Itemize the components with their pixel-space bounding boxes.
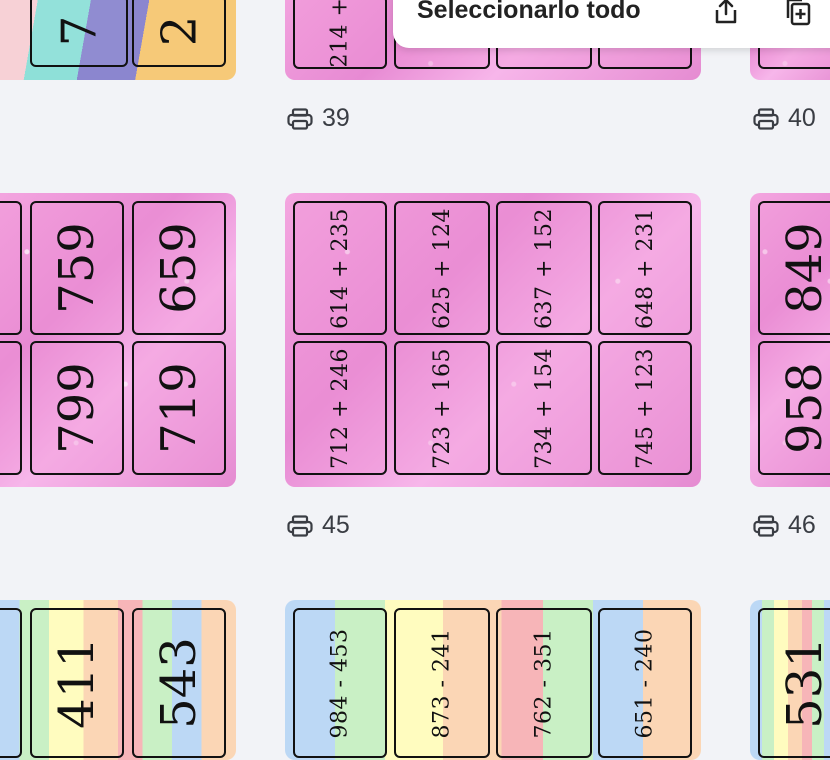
card-equation: 651 - 240 [632,628,658,738]
card-number: 7 [50,15,107,47]
page-number: 39 [322,104,350,132]
page-number-label: 45 [287,511,350,540]
card-equation: 214 + [327,0,353,67]
equation-card: 745 + 123 [598,341,692,475]
card-equation: 984 - 453 [327,628,353,738]
printer-icon [753,514,779,537]
number-card: 759 [30,201,124,335]
card-equation: 734 + 154 [531,347,557,469]
page-number: 46 [788,511,816,539]
card-number: 958 [777,362,830,454]
duplicate-page-icon[interactable] [783,0,813,26]
number-card: 719 [132,341,226,475]
card-equation: 745 + 123 [632,347,658,469]
number-card [0,201,22,335]
card-equation: 762 - 351 [531,628,557,738]
equation-card: 625 + 124 [394,201,490,335]
page-thumbnail[interactable]: 984 - 453 873 - 241 762 - 351 651 - 240 [285,600,701,760]
card-number: 759 [49,222,105,314]
equation-card: 734 + 154 [496,341,592,475]
page-number: 45 [322,511,350,539]
number-card: 849 [758,201,830,335]
card-number: 411 [49,637,105,729]
page-number: 40 [788,104,816,132]
page-number-label: 46 [753,511,816,540]
card-equation: 712 + 246 [327,347,353,469]
equation-card: 984 - 453 [293,608,387,758]
card-equation: 723 + 165 [429,347,455,469]
equation-card: 637 + 152 [496,201,592,335]
page-thumbnail[interactable]: 531 [750,600,830,760]
number-card: 7 [30,0,128,67]
card-number: 543 [151,637,207,729]
select-all-button[interactable]: Seleccionarlo todo [417,0,641,25]
card-number: 2 [150,15,207,47]
number-card: 531 [758,608,830,758]
equation-card: 214 + [293,0,387,69]
card-number: 531 [777,637,830,729]
card-equation: 614 + 235 [327,207,353,329]
equation-card: 614 + 235 [293,201,387,335]
card-number: 849 [777,222,830,314]
card-equation: 625 + 124 [429,207,455,329]
number-card: 659 [132,201,226,335]
page-thumbnail[interactable]: 411 543 [0,600,236,760]
number-card: 543 [132,608,226,758]
page-thumbnail[interactable]: 614 + 235 625 + 124 637 + 152 648 + 231 … [285,193,701,487]
printer-icon [287,514,313,537]
page-thumbnail[interactable]: 849 958 [750,193,830,487]
number-card: 411 [30,608,124,758]
number-card: 2 [132,0,226,67]
printer-icon [753,107,779,130]
equation-card: 651 - 240 [598,608,692,758]
equation-card: 762 - 351 [496,608,592,758]
number-card [0,341,22,475]
equation-card: 712 + 246 [293,341,387,475]
card-equation: 648 + 231 [632,207,658,329]
page-thumbnail[interactable]: 759 659 799 719 [0,193,236,487]
card-equation: 873 - 241 [429,628,455,738]
card-number: 659 [151,222,207,314]
printer-icon [287,107,313,130]
number-card [0,608,22,758]
page-number-label: 40 [753,104,816,133]
equation-card: 873 - 241 [394,608,490,758]
card-number: 719 [151,362,207,454]
page-number-label: 39 [287,104,350,133]
share-icon[interactable] [711,0,741,26]
number-card: 799 [30,341,124,475]
number-card: 958 [758,341,830,475]
card-number: 799 [49,362,105,454]
equation-card: 723 + 165 [394,341,490,475]
equation-card: 648 + 231 [598,201,692,335]
page-thumbnail[interactable]: 7 2 [0,0,236,80]
selection-toolbar: Seleccionarlo todo [393,0,830,48]
card-equation: 637 + 152 [531,207,557,329]
